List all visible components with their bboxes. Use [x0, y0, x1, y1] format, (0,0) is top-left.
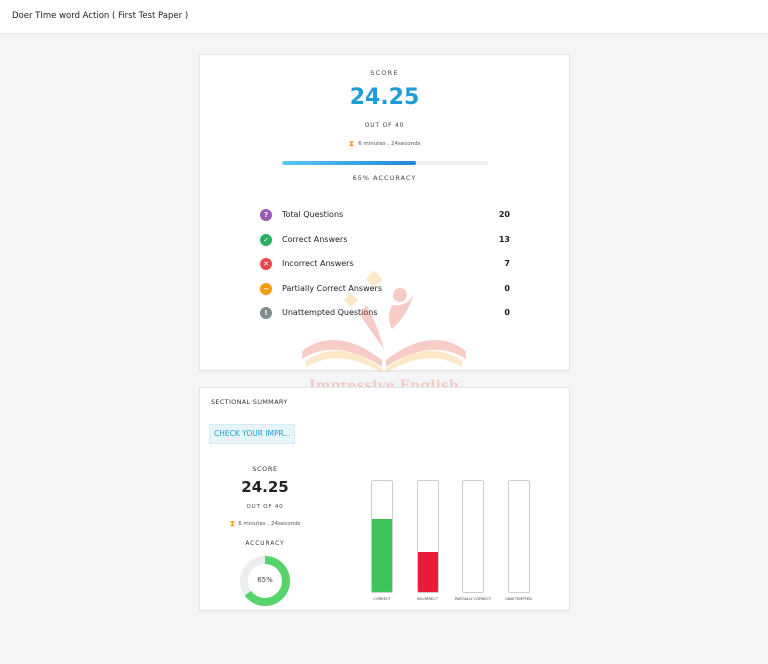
partial-icon: ~: [260, 282, 272, 295]
section-accuracy-label: ACCURACY: [245, 541, 285, 547]
score-card: SCORE 24.25 OUT OF 40 ⧗ 6 minutes , 24sec…: [199, 54, 570, 371]
section-score-label: SCORE: [252, 465, 278, 473]
stat-row: ! Unattempted Questions 0: [260, 306, 510, 320]
top-bar: Doer TIme word Action ( First Test Paper…: [0, 0, 768, 34]
stat-value: 20: [498, 210, 510, 219]
bar-correct: [371, 480, 393, 593]
stat-label: Incorrect Answers: [282, 259, 354, 268]
exclamation-icon: !: [260, 307, 272, 319]
out-of-text: OUT OF 40: [364, 122, 405, 129]
sectional-summary-title: SECTIONAL SUMMARY: [211, 398, 288, 406]
stat-value: 0: [504, 308, 510, 317]
bar-fill: [372, 518, 392, 592]
bar-label: UNATTEMPTED: [505, 597, 532, 601]
accuracy-progress-fill: [282, 161, 416, 165]
stat-row: ~ Partially Correct Answers 0: [260, 282, 510, 296]
check-your-improvement-button[interactable]: CHECK YOUR IMPR...: [209, 424, 295, 444]
hourglass-icon: ⧗: [229, 519, 236, 528]
accuracy-progress-bar: [282, 161, 488, 165]
section-time-taken: ⧗ 6 minutes , 24seconds: [220, 519, 310, 529]
stat-label: Unattempted Questions: [282, 308, 378, 317]
question-icon: ?: [260, 209, 272, 221]
bar-label: PARTIALLY CORRECT: [454, 597, 492, 601]
stat-row: ✕ Incorrect Answers 7: [260, 257, 510, 271]
section-score-value: 24.25: [241, 478, 289, 496]
time-taken: ⧗ 6 minutes , 24seconds: [200, 139, 569, 149]
bar-partially-correct: [462, 480, 484, 593]
stat-value: 0: [504, 283, 510, 293]
stat-row: ✓ Correct Answers 13: [260, 233, 510, 247]
bar-label: INCORRECT: [416, 597, 439, 601]
score-value: 24.25: [349, 85, 420, 110]
stat-label: Partially Correct Answers: [282, 283, 383, 293]
check-icon: ✓: [260, 233, 272, 246]
section-out-of-text: OUT OF 40: [246, 504, 284, 510]
section-time-text: 6 minutes , 24seconds: [238, 521, 301, 527]
hourglass-icon: ⧗: [348, 139, 355, 148]
bar-label: CORRECT: [373, 597, 391, 601]
score-label: SCORE: [370, 69, 399, 77]
bar-fill: [417, 552, 438, 592]
donut-percentage: 65%: [257, 576, 273, 584]
page-title: Doer TIme word Action ( First Test Paper…: [12, 11, 189, 21]
stat-row: ? Total Questions 20: [260, 208, 510, 222]
stat-label: Correct Answers: [282, 234, 348, 244]
answers-bar-chart: CORRECT INCORRECT PARTIALLY CORRECT UNATTEM…: [360, 480, 560, 610]
bar-unattempted: [507, 480, 530, 593]
stat-value: 7: [504, 259, 510, 268]
bar-incorrect: [416, 480, 439, 593]
time-text: 6 minutes , 24seconds: [358, 141, 421, 147]
sectional-summary-card: SECTIONAL SUMMARY CHECK YOUR IMPR... SCO…: [199, 387, 570, 611]
accuracy-text: 65% ACCURACY: [352, 174, 417, 182]
cross-icon: ✕: [260, 258, 272, 270]
stat-value: 13: [498, 234, 510, 244]
stat-label: Total Questions: [282, 210, 344, 219]
